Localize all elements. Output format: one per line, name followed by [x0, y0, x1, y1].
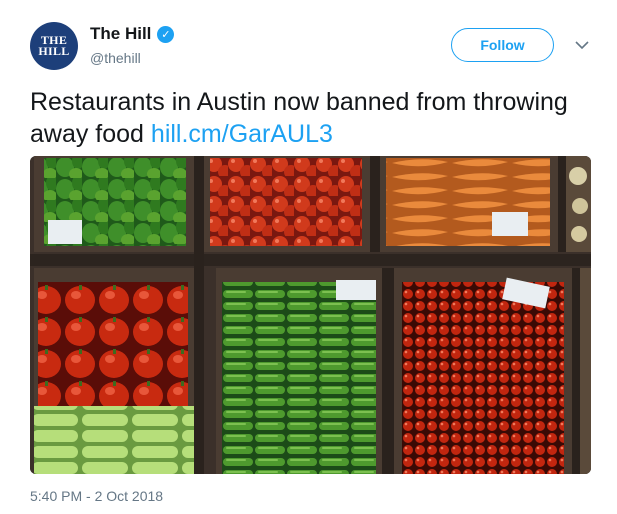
verified-badge-icon: ✓	[157, 25, 175, 43]
avatar[interactable]: THE HILL	[30, 22, 78, 70]
follow-button[interactable]: Follow	[451, 28, 554, 62]
author-name-row[interactable]: The Hill ✓	[90, 24, 175, 44]
tweet-photo[interactable]	[30, 156, 591, 474]
vegetable-crates-image	[30, 156, 591, 474]
tweet-text: Restaurants in Austin now banned from th…	[30, 86, 590, 150]
chevron-down-icon[interactable]	[573, 36, 591, 54]
author-name: The Hill	[90, 24, 152, 43]
tweet-timestamp[interactable]: 5:40 PM - 2 Oct 2018	[30, 488, 163, 504]
tweet-link[interactable]: hill.cm/GarAUL3	[151, 120, 333, 148]
avatar-text-line2: HILL	[38, 44, 70, 58]
author-handle[interactable]: @thehill	[90, 50, 141, 66]
